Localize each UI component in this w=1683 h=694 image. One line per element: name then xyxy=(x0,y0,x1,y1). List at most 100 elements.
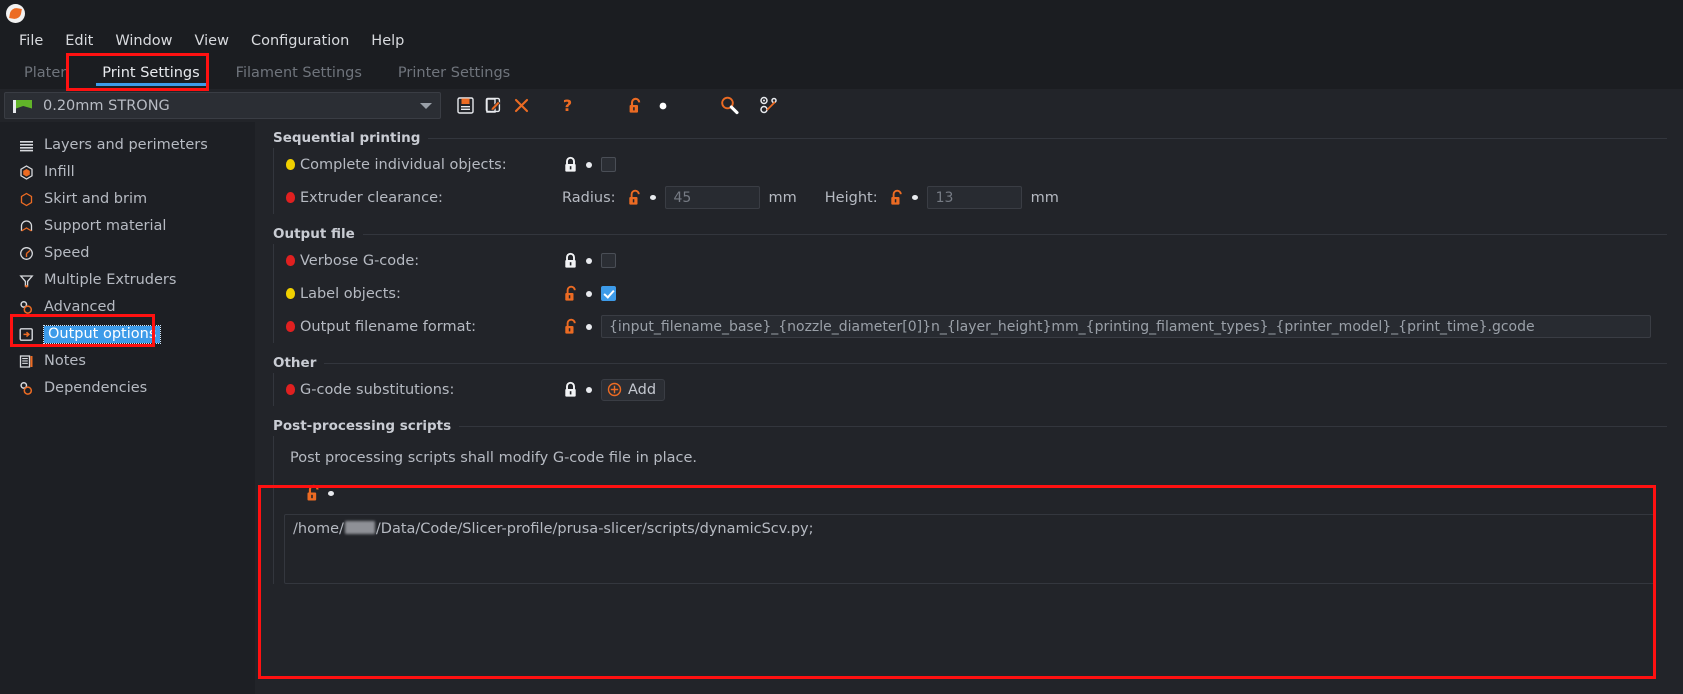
verbose-gcode-checkbox[interactable] xyxy=(601,253,616,268)
green-flag-icon xyxy=(13,99,33,113)
tab-bar: Plater Print Settings Filament Settings … xyxy=(0,56,1683,89)
settings-sidebar: Layers and perimeters Infill Skirt and b… xyxy=(0,122,255,694)
revert-dot-icon[interactable] xyxy=(586,290,592,297)
search-button[interactable] xyxy=(715,92,743,120)
extruder-clearance-height-input[interactable]: 13 xyxy=(926,186,1022,209)
settings-content: Sequential printing Complete individual … xyxy=(255,122,1683,694)
sidebar-item-output-options[interactable]: Output options xyxy=(0,321,255,348)
delete-preset-button[interactable] xyxy=(507,92,535,120)
group-title: Post-processing scripts xyxy=(273,418,1667,434)
row-gcode-substitutions: G-code substitutions: Add xyxy=(274,373,1667,406)
output-filename-format-input[interactable]: {input_filename_base}_{nozzle_diameter[0… xyxy=(601,315,1651,338)
radius-unit-label: mm xyxy=(768,189,797,206)
sidebar-item-label: Skirt and brim xyxy=(44,191,148,208)
sidebar-item-infill[interactable]: Infill xyxy=(0,159,255,186)
tab-printer-settings[interactable]: Printer Settings xyxy=(380,61,528,90)
save-preset-button[interactable] xyxy=(451,92,479,120)
support-arch-icon xyxy=(18,219,34,235)
revert-dot-icon[interactable] xyxy=(586,257,592,264)
sidebar-item-support-material[interactable]: Support material xyxy=(0,213,255,240)
menu-view[interactable]: View xyxy=(184,31,240,52)
sidebar-item-label: Support material xyxy=(44,218,167,235)
redacted-username xyxy=(344,521,375,534)
revert-dot-icon[interactable] xyxy=(586,323,592,330)
locked-icon[interactable] xyxy=(562,252,579,270)
sidebar-item-label: Advanced xyxy=(44,299,116,316)
group-output-file: Output file Verbose G-code: Label object… xyxy=(255,226,1683,343)
sidebar-item-dependencies[interactable]: Dependencies xyxy=(0,375,255,402)
sidebar-item-label: Dependencies xyxy=(44,380,148,397)
menu-window[interactable]: Window xyxy=(104,31,183,52)
funnel-icon xyxy=(18,273,34,289)
output-export-icon xyxy=(18,327,34,343)
row-complete-individual-objects: Complete individual objects: xyxy=(274,148,1667,181)
locked-icon[interactable] xyxy=(562,381,579,399)
complete-individual-objects-checkbox[interactable] xyxy=(601,157,616,172)
revert-dot-button[interactable] xyxy=(649,92,677,120)
group-other: Other G-code substitutions: Add xyxy=(255,355,1683,406)
preset-toolbar: 0.20mm STRONG ? xyxy=(0,89,1683,122)
help-button[interactable]: ? xyxy=(553,92,581,120)
group-divider xyxy=(428,137,1667,139)
sidebar-item-label: Multiple Extruders xyxy=(44,272,177,289)
add-gcode-substitution-button[interactable]: Add xyxy=(601,378,666,401)
revert-dot-icon[interactable] xyxy=(586,161,592,168)
sidebar-item-multiple-extruders[interactable]: Multiple Extruders xyxy=(0,267,255,294)
speed-gauge-icon xyxy=(18,246,34,262)
revert-dot-icon[interactable] xyxy=(649,195,656,200)
sidebar-item-label: Speed xyxy=(44,245,90,262)
height-sublabel: Height: xyxy=(824,189,878,206)
sidebar-item-skirt-and-brim[interactable]: Skirt and brim xyxy=(0,186,255,213)
menu-help[interactable]: Help xyxy=(360,31,415,52)
unlocked-icon[interactable] xyxy=(562,285,579,303)
radius-sublabel: Radius: xyxy=(562,189,616,206)
group-divider xyxy=(362,233,1667,235)
preset-dropdown[interactable]: 0.20mm STRONG xyxy=(4,92,441,119)
revert-dot-icon[interactable] xyxy=(328,490,334,496)
tab-print-settings[interactable]: Print Settings xyxy=(84,61,217,90)
gears-icon xyxy=(18,381,34,397)
row-label: Complete individual objects: xyxy=(300,156,507,173)
menu-configuration[interactable]: Configuration xyxy=(240,31,360,52)
menu-edit[interactable]: Edit xyxy=(54,31,104,52)
sidebar-item-label: Infill xyxy=(44,164,75,181)
add-button-label: Add xyxy=(628,381,657,398)
sidebar-item-advanced[interactable]: Advanced xyxy=(0,294,255,321)
revert-dot-icon[interactable] xyxy=(911,195,918,200)
row-label: Verbose G-code: xyxy=(300,252,420,269)
group-title-label: Post-processing scripts xyxy=(273,418,452,434)
revert-dot-icon[interactable] xyxy=(586,386,592,393)
lock-toggle-button[interactable] xyxy=(621,92,649,120)
prusaslicer-logo-icon xyxy=(6,4,25,23)
system-value-bullet-icon xyxy=(286,255,295,266)
notes-book-icon xyxy=(18,354,34,370)
label-objects-checkbox[interactable] xyxy=(601,286,616,301)
menu-bar: File Edit Window View Configuration Help xyxy=(0,27,1683,56)
unlocked-icon[interactable] xyxy=(304,484,321,502)
sidebar-item-speed[interactable]: Speed xyxy=(0,240,255,267)
sidebar-item-notes[interactable]: Notes xyxy=(0,348,255,375)
compare-presets-button[interactable] xyxy=(755,92,783,120)
unlocked-icon[interactable] xyxy=(626,189,643,207)
group-title-label: Output file xyxy=(273,226,355,242)
tab-plater[interactable]: Plater xyxy=(6,61,84,90)
post-processing-scripts-textarea[interactable]: /home/ /Data/Code/Slicer-profile/prusa-sl… xyxy=(284,514,1655,584)
sidebar-item-label: Notes xyxy=(44,353,86,370)
title-bar xyxy=(0,0,1683,27)
extruder-clearance-radius-input[interactable]: 45 xyxy=(664,186,760,209)
row-output-filename-format: Output filename format: {input_filename_… xyxy=(274,310,1667,343)
menu-file[interactable]: File xyxy=(8,31,54,52)
unlocked-icon[interactable] xyxy=(562,318,579,336)
system-value-bullet-icon xyxy=(286,192,295,203)
sidebar-item-layers-and-perimeters[interactable]: Layers and perimeters xyxy=(0,132,255,159)
system-value-bullet-icon xyxy=(286,321,295,332)
unlocked-icon[interactable] xyxy=(888,189,905,207)
row-label-objects: Label objects: xyxy=(274,277,1667,310)
group-sequential-printing: Sequential printing Complete individual … xyxy=(255,130,1683,214)
svg-text:?: ? xyxy=(562,96,571,115)
tab-filament-settings[interactable]: Filament Settings xyxy=(218,61,380,90)
rename-preset-button[interactable] xyxy=(479,92,507,120)
locked-icon[interactable] xyxy=(562,156,579,174)
script-path-suffix: /Data/Code/Slicer-profile/prusa-slicer/s… xyxy=(375,521,814,537)
modified-bullet-icon xyxy=(286,159,295,170)
